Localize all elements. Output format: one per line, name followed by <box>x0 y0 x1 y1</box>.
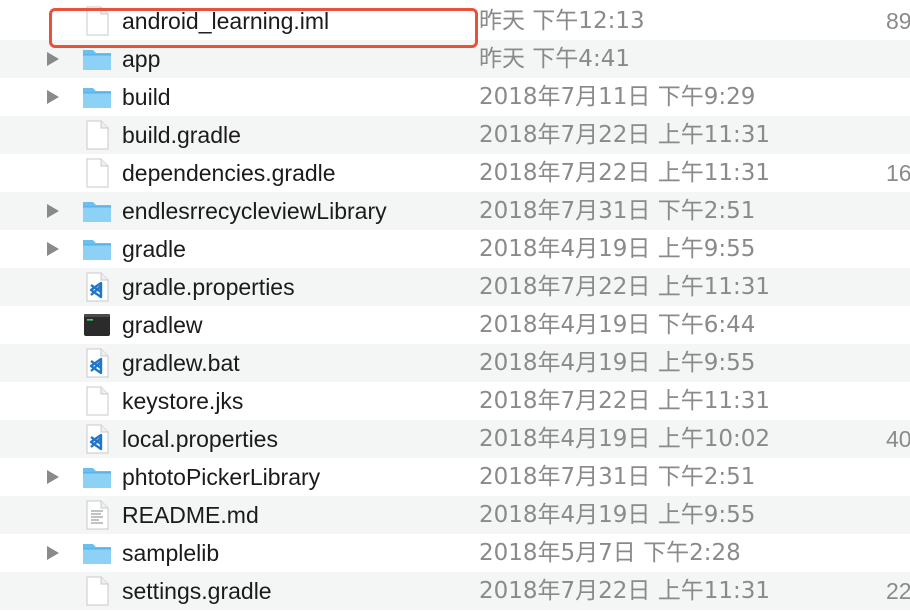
file-row[interactable]: keystore.jks 2018年7月22日 上午11:31 <box>0 382 910 420</box>
file-name: samplelib <box>122 540 220 566</box>
file-name: settings.gradle <box>122 578 272 604</box>
file-date-modified: 昨天 下午12:13 <box>479 8 645 34</box>
file-name: gradlew.bat <box>122 350 240 376</box>
file-date-modified: 2018年7月11日 下午9:29 <box>479 84 756 110</box>
file-size: 89 <box>886 8 910 34</box>
file-row[interactable]: phtotoPickerLibrary 2018年7月31日 下午2:51 <box>0 458 910 496</box>
file-name: keystore.jks <box>122 388 244 414</box>
file-row[interactable]: local.properties 2018年4月19日 上午10:02 40 <box>0 420 910 458</box>
file-row[interactable]: README.md 2018年4月19日 上午9:55 <box>0 496 910 534</box>
file-name: build <box>122 84 171 110</box>
disclosure-triangle-icon[interactable] <box>47 90 59 104</box>
file-date-modified: 2018年7月22日 上午11:31 <box>479 122 771 148</box>
file-date-modified: 2018年4月19日 上午9:55 <box>479 350 756 376</box>
folder-icon <box>82 462 112 492</box>
file-date-modified: 2018年7月31日 下午2:51 <box>479 464 756 490</box>
file-date-modified: 2018年7月22日 上午11:31 <box>479 160 771 186</box>
file-row[interactable]: settings.gradle 2018年7月22日 上午11:31 22 <box>0 572 910 610</box>
file-row[interactable]: endlesrrecycleviewLibrary 2018年7月31日 下午2:… <box>0 192 910 230</box>
disclosure-triangle-icon[interactable] <box>47 470 59 484</box>
document-icon <box>82 576 112 606</box>
file-date-modified: 2018年7月22日 上午11:31 <box>479 274 771 300</box>
file-date-modified: 昨天 下午4:41 <box>479 46 630 72</box>
file-date-modified: 2018年4月19日 下午6:44 <box>479 312 756 338</box>
disclosure-triangle-icon[interactable] <box>47 204 59 218</box>
file-row[interactable]: build 2018年7月11日 下午9:29 <box>0 78 910 116</box>
file-row[interactable]: gradle.properties 2018年7月22日 上午11:31 <box>0 268 910 306</box>
vscode-file-icon <box>82 272 112 302</box>
file-row[interactable]: gradlew 2018年4月19日 下午6:44 <box>0 306 910 344</box>
folder-icon <box>82 234 112 264</box>
file-row[interactable]: build.gradle 2018年7月22日 上午11:31 <box>0 116 910 154</box>
file-row[interactable]: gradlew.bat 2018年4月19日 上午9:55 <box>0 344 910 382</box>
file-row[interactable]: gradle 2018年4月19日 上午9:55 <box>0 230 910 268</box>
file-name: dependencies.gradle <box>122 160 336 186</box>
file-row[interactable]: android_learning.iml 昨天 下午12:13 89 <box>0 2 910 40</box>
file-list: android_learning.iml 昨天 下午12:13 89 app 昨天 下午… <box>0 0 910 610</box>
file-date-modified: 2018年4月19日 上午9:55 <box>479 236 756 262</box>
file-date-modified: 2018年7月22日 上午11:31 <box>479 388 771 414</box>
folder-icon <box>82 82 112 112</box>
file-name: build.gradle <box>122 122 241 148</box>
file-row[interactable]: app 昨天 下午4:41 <box>0 40 910 78</box>
file-name: gradlew <box>122 312 203 338</box>
file-date-modified: 2018年5月7日 下午2:28 <box>479 540 741 566</box>
document-icon <box>82 158 112 188</box>
file-size: 40 <box>886 426 910 452</box>
document-icon <box>82 120 112 150</box>
disclosure-triangle-icon[interactable] <box>47 52 59 66</box>
file-name: android_learning.iml <box>122 8 330 34</box>
file-date-modified: 2018年4月19日 上午9:55 <box>479 502 756 528</box>
terminal-icon <box>82 310 112 340</box>
file-size: 22 <box>886 578 910 604</box>
file-date-modified: 2018年7月31日 下午2:51 <box>479 198 756 224</box>
file-date-modified: 2018年7月22日 上午11:31 <box>479 578 771 604</box>
file-name: gradle <box>122 236 186 262</box>
text-file-icon <box>82 500 112 530</box>
file-date-modified: 2018年4月19日 上午10:02 <box>479 426 771 452</box>
document-icon <box>82 6 112 36</box>
file-row[interactable]: samplelib 2018年5月7日 下午2:28 <box>0 534 910 572</box>
file-name: phtotoPickerLibrary <box>122 464 321 490</box>
document-icon <box>82 386 112 416</box>
file-name: gradle.properties <box>122 274 295 300</box>
folder-icon <box>82 538 112 568</box>
folder-icon <box>82 44 112 74</box>
vscode-file-icon <box>82 424 112 454</box>
disclosure-triangle-icon[interactable] <box>47 242 59 256</box>
file-size: 16 <box>886 160 910 186</box>
file-name: README.md <box>122 502 259 528</box>
file-name: endlesrrecycleviewLibrary <box>122 198 387 224</box>
vscode-file-icon <box>82 348 112 378</box>
file-row[interactable]: dependencies.gradle 2018年7月22日 上午11:31 16 <box>0 154 910 192</box>
folder-icon <box>82 196 112 226</box>
disclosure-triangle-icon[interactable] <box>47 546 59 560</box>
file-name: app <box>122 46 161 72</box>
file-name: local.properties <box>122 426 278 452</box>
